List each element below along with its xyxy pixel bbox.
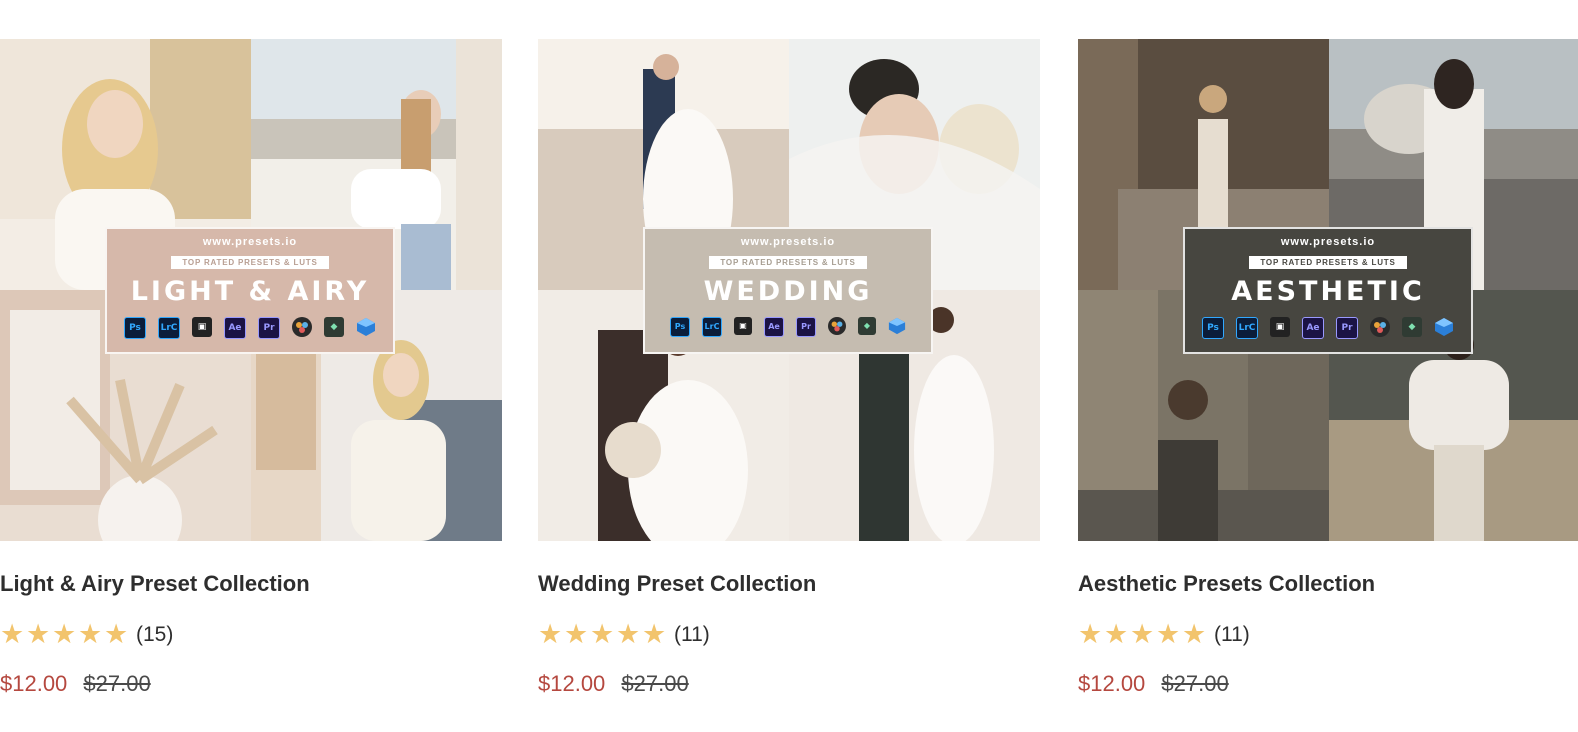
lightroom-classic-icon: LrC	[158, 317, 180, 339]
review-count: (15)	[136, 622, 174, 646]
product-image-link[interactable]: www.presets.io TOP RATED PRESETS & LUTS …	[538, 39, 1040, 541]
star-icon: ★	[590, 619, 615, 649]
premiere-pro-icon: Pr	[796, 317, 816, 337]
lightroom-classic-icon: LrC	[702, 317, 722, 337]
after-effects-icon: Ae	[764, 317, 784, 337]
banner-title: AESTHETIC	[1231, 276, 1425, 307]
star-icon: ★	[26, 619, 51, 649]
preset-banner: www.presets.io TOP RATED PRESETS & LUTS …	[643, 227, 933, 354]
product-image-link[interactable]: www.presets.io TOP RATED PRESETS & LUTS …	[0, 39, 502, 541]
premiere-pro-icon: Pr	[1336, 317, 1358, 339]
product-title-link[interactable]: Aesthetic Presets Collection	[1078, 571, 1375, 597]
banner-url: www.presets.io	[740, 236, 836, 248]
product-rating: ★ ★ ★ ★ ★ (11)	[538, 621, 710, 648]
product-card: www.presets.io TOP RATED PRESETS & LUTS …	[0, 39, 502, 696]
star-icon: ★	[1078, 619, 1103, 649]
banner-title: WEDDING	[703, 276, 873, 307]
filmora-icon: ◆	[858, 317, 876, 335]
filmora-icon: ◆	[1402, 317, 1422, 337]
preset-banner: www.presets.io TOP RATED PRESETS & LUTS …	[1183, 227, 1473, 354]
lut-cube-icon	[356, 317, 376, 337]
banner-url: www.presets.io	[1280, 236, 1376, 248]
photoshop-icon: Ps	[670, 317, 690, 337]
product-image-link[interactable]: www.presets.io TOP RATED PRESETS & LUTS …	[1078, 39, 1578, 541]
app-icon-row: Ps LrC ▣ Ae Pr ◆	[645, 317, 931, 337]
davinci-resolve-icon	[828, 317, 846, 335]
star-icon: ★	[78, 619, 103, 649]
banner-title: LIGHT & AIRY	[130, 276, 370, 307]
after-effects-icon: Ae	[224, 317, 246, 339]
star-icon: ★	[564, 619, 589, 649]
davinci-resolve-icon	[292, 317, 312, 337]
banner-url: www.presets.io	[202, 236, 298, 248]
banner-tagline: TOP RATED PRESETS & LUTS	[1249, 256, 1407, 269]
photoshop-icon: Ps	[1202, 317, 1224, 339]
star-icon: ★	[1130, 619, 1155, 649]
star-icon: ★	[1182, 619, 1207, 649]
photoshop-icon: Ps	[124, 317, 146, 339]
star-icon: ★	[616, 619, 641, 649]
star-icon: ★	[1156, 619, 1181, 649]
after-effects-icon: Ae	[1302, 317, 1324, 339]
product-rating: ★ ★ ★ ★ ★ (11)	[1078, 621, 1250, 648]
original-price: $27.00	[621, 671, 689, 696]
app-icon-row: Ps LrC ▣ Ae Pr ◆	[1185, 317, 1471, 339]
review-count: (11)	[1214, 622, 1250, 646]
review-count: (11)	[674, 622, 710, 646]
product-price: $12.00 $27.00	[1078, 671, 1229, 697]
lut-cube-icon	[1434, 317, 1454, 337]
product-rating: ★ ★ ★ ★ ★ (15)	[0, 621, 173, 648]
product-title-link[interactable]: Light & Airy Preset Collection	[0, 571, 310, 597]
star-icon: ★	[538, 619, 563, 649]
original-price: $27.00	[1161, 671, 1229, 696]
product-title-link[interactable]: Wedding Preset Collection	[538, 571, 816, 597]
banner-tagline: TOP RATED PRESETS & LUTS	[709, 256, 867, 269]
original-price: $27.00	[83, 671, 151, 696]
product-card: www.presets.io TOP RATED PRESETS & LUTS …	[1078, 39, 1578, 696]
product-card: www.presets.io TOP RATED PRESETS & LUTS …	[538, 39, 1040, 696]
star-icon: ★	[642, 619, 667, 649]
premiere-pro-icon: Pr	[258, 317, 280, 339]
preset-banner: www.presets.io TOP RATED PRESETS & LUTS …	[105, 227, 395, 354]
final-cut-pro-icon: ▣	[192, 317, 212, 337]
lightroom-classic-icon: LrC	[1236, 317, 1258, 339]
app-icon-row: Ps LrC ▣ Ae Pr ◆	[107, 317, 393, 339]
davinci-resolve-icon	[1370, 317, 1390, 337]
sale-price: $12.00	[538, 671, 606, 696]
banner-tagline: TOP RATED PRESETS & LUTS	[171, 256, 329, 269]
final-cut-pro-icon: ▣	[734, 317, 752, 335]
product-price: $12.00 $27.00	[0, 671, 151, 697]
star-icon: ★	[52, 619, 77, 649]
star-icon: ★	[1104, 619, 1129, 649]
lut-cube-icon	[888, 317, 906, 335]
star-icon: ★	[0, 619, 25, 649]
sale-price: $12.00	[0, 671, 68, 696]
star-icon: ★	[104, 619, 129, 649]
product-price: $12.00 $27.00	[538, 671, 689, 697]
sale-price: $12.00	[1078, 671, 1146, 696]
final-cut-pro-icon: ▣	[1270, 317, 1290, 337]
filmora-icon: ◆	[324, 317, 344, 337]
